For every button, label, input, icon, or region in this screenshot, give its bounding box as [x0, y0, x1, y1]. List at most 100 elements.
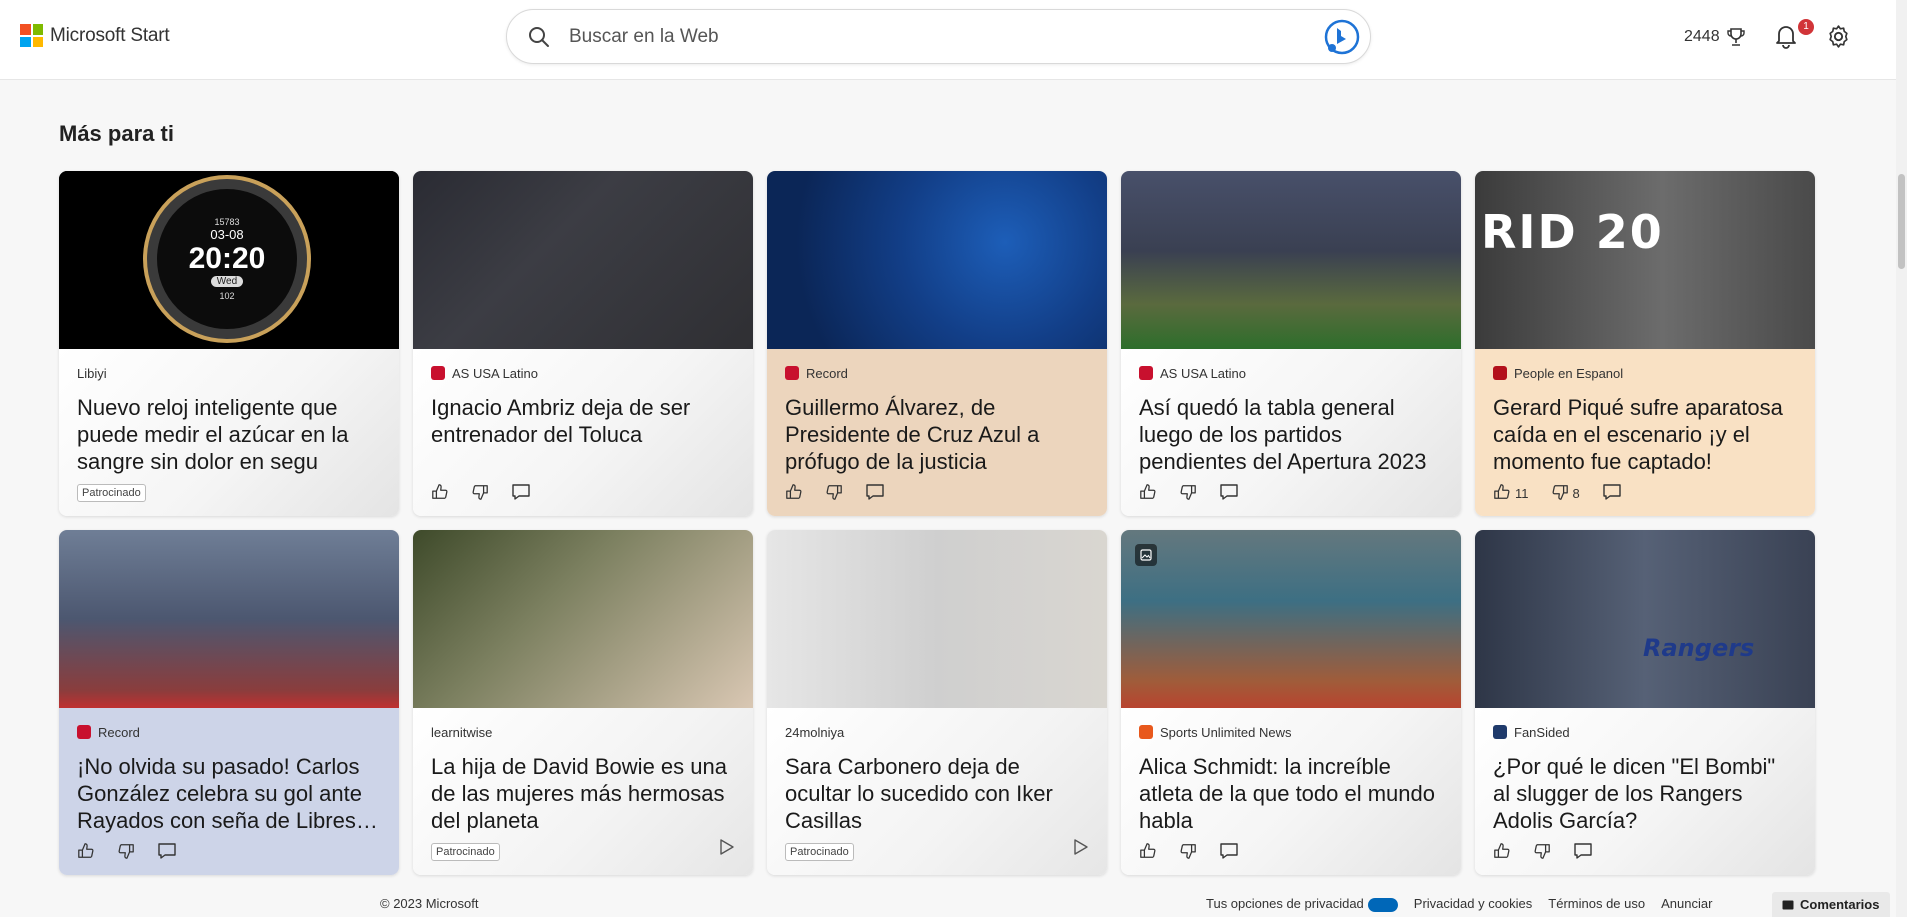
card-source[interactable]: Sports Unlimited News — [1139, 724, 1443, 740]
terms-link[interactable]: Términos de uso — [1548, 896, 1645, 911]
comment-button[interactable] — [1215, 480, 1243, 506]
source-favicon-icon — [77, 725, 91, 739]
source-favicon-icon — [1139, 366, 1153, 380]
footer-links: Tus opciones de privacidad Privacidad y … — [1206, 896, 1712, 912]
news-card[interactable]: AS USA Latino Así quedó la tabla general… — [1121, 171, 1461, 516]
news-card[interactable]: learnitwise La hija de David Bowie es un… — [413, 530, 753, 875]
source-favicon-icon — [1139, 725, 1153, 739]
dislike-button[interactable] — [1529, 839, 1555, 865]
like-button[interactable] — [73, 839, 99, 865]
card-image[interactable] — [767, 171, 1107, 349]
card-headline[interactable]: Nuevo reloj inteligente que puede medir … — [77, 394, 381, 475]
search-box[interactable] — [506, 9, 1371, 64]
card-actions — [1135, 480, 1243, 506]
microsoft-logo-icon — [20, 24, 43, 47]
news-card[interactable]: Record Guillermo Álvarez, de Presidente … — [767, 171, 1107, 516]
bing-chat-icon[interactable] — [1324, 19, 1360, 55]
card-source[interactable]: People en Espanol — [1493, 365, 1797, 381]
like-button[interactable]: 11 — [1489, 480, 1533, 506]
dislike-button[interactable] — [821, 480, 847, 506]
card-source[interactable]: Record — [77, 724, 381, 740]
card-body: Record Guillermo Álvarez, de Presidente … — [767, 349, 1107, 516]
card-image[interactable]: Rangers — [1475, 530, 1815, 708]
news-card[interactable]: Sports Unlimited News Alica Schmidt: la … — [1121, 530, 1461, 875]
comment-button[interactable] — [1215, 839, 1243, 865]
advertise-link[interactable]: Anunciar — [1661, 896, 1712, 911]
card-headline[interactable]: La hija de David Bowie es una de las muj… — [431, 753, 735, 834]
source-favicon-icon — [1493, 725, 1507, 739]
privacy-choices-link[interactable]: Tus opciones de privacidad — [1206, 896, 1398, 912]
dislike-button[interactable] — [1175, 480, 1201, 506]
like-button[interactable] — [427, 480, 453, 506]
page-scrollbar[interactable] — [1896, 0, 1907, 917]
card-headline[interactable]: Ignacio Ambriz deja de ser entrenador de… — [431, 394, 735, 475]
rewards-points[interactable]: 2448 — [1684, 27, 1746, 47]
comment-button[interactable] — [1598, 480, 1626, 506]
card-image[interactable] — [413, 530, 753, 708]
news-card[interactable]: 24molniya Sara Carbonero deja de ocultar… — [767, 530, 1107, 875]
thumbs-down-icon — [825, 483, 843, 504]
card-headline[interactable]: Así quedó la tabla general luego de los … — [1139, 394, 1443, 475]
comment-button[interactable] — [861, 480, 889, 506]
news-card[interactable]: AS USA Latino Ignacio Ambriz deja de ser… — [413, 171, 753, 516]
play-icon[interactable] — [717, 838, 735, 861]
card-headline[interactable]: Sara Carbonero deja de ocultar lo sucedi… — [785, 753, 1089, 834]
privacy-toggle-icon — [1367, 897, 1398, 912]
news-card[interactable]: RID 20 People en Espanol Gerard Piqué su… — [1475, 171, 1815, 516]
like-button[interactable] — [1489, 839, 1515, 865]
privacy-cookies-link[interactable]: Privacidad y cookies — [1414, 896, 1533, 911]
comment-button[interactable] — [1569, 839, 1597, 865]
like-button[interactable] — [1135, 839, 1161, 865]
card-source[interactable]: 24molniya — [785, 724, 1089, 740]
card-source[interactable]: AS USA Latino — [431, 365, 735, 381]
comment-button[interactable] — [153, 839, 181, 865]
thumbs-up-icon — [1493, 842, 1511, 863]
card-source[interactable]: AS USA Latino — [1139, 365, 1443, 381]
thumbs-up-icon — [1139, 483, 1157, 504]
thumbs-down-icon — [471, 483, 489, 504]
card-source[interactable]: Libiyi — [77, 365, 381, 381]
dislike-button[interactable]: 8 — [1547, 480, 1584, 506]
card-body: AS USA Latino Ignacio Ambriz deja de ser… — [413, 349, 753, 516]
trophy-icon — [1726, 28, 1745, 46]
news-card[interactable]: 15783 03-08 20:20 Wed 102 Libiyi Nuevo r… — [59, 171, 399, 516]
notification-badge: 1 — [1798, 19, 1814, 35]
card-headline[interactable]: ¡No olvida su pasado! Carlos González ce… — [77, 753, 381, 834]
brand-name: Microsoft Start — [50, 24, 170, 46]
dislike-button[interactable] — [467, 480, 493, 506]
search-icon — [529, 27, 549, 47]
settings-gear-icon[interactable] — [1826, 24, 1851, 49]
thumbs-up-icon — [77, 842, 95, 863]
dislike-button[interactable] — [113, 839, 139, 865]
card-source[interactable]: learnitwise — [431, 724, 735, 740]
card-image[interactable] — [1121, 530, 1461, 708]
search-input[interactable] — [569, 24, 1269, 50]
card-source[interactable]: Record — [785, 365, 1089, 381]
microsoft-start-logo[interactable]: Microsoft Start — [20, 24, 170, 47]
card-headline[interactable]: ¿Por qué le dicen "El Bombi" al slugger … — [1493, 753, 1797, 834]
copyright: © 2023 Microsoft — [380, 896, 479, 911]
card-source[interactable]: FanSided — [1493, 724, 1797, 740]
source-name: Record — [98, 724, 140, 740]
like-button[interactable] — [781, 480, 807, 506]
comment-button[interactable] — [507, 480, 535, 506]
card-headline[interactable]: Gerard Piqué sufre aparatosa caída en el… — [1493, 394, 1797, 475]
news-card[interactable]: Record ¡No olvida su pasado! Carlos Gonz… — [59, 530, 399, 875]
notifications-bell-icon[interactable] — [1774, 23, 1798, 49]
card-headline[interactable]: Alica Schmidt: la increíble atleta de la… — [1139, 753, 1443, 834]
like-button[interactable] — [1135, 480, 1161, 506]
comment-icon — [865, 483, 885, 504]
feedback-label: Comentarios — [1800, 897, 1880, 912]
card-image[interactable] — [59, 530, 399, 708]
card-image[interactable] — [767, 530, 1107, 708]
card-headline[interactable]: Guillermo Álvarez, de Presidente de Cruz… — [785, 394, 1089, 475]
card-image[interactable]: RID 20 — [1475, 171, 1815, 349]
card-image[interactable]: 15783 03-08 20:20 Wed 102 — [59, 171, 399, 349]
card-image[interactable] — [1121, 171, 1461, 349]
card-image[interactable] — [413, 171, 753, 349]
play-icon[interactable] — [1071, 838, 1089, 861]
dislike-button[interactable] — [1175, 839, 1201, 865]
scrollbar-thumb[interactable] — [1898, 174, 1905, 269]
news-card[interactable]: Rangers FanSided ¿Por qué le dicen "El B… — [1475, 530, 1815, 875]
feedback-button[interactable]: Comentarios — [1772, 892, 1890, 917]
